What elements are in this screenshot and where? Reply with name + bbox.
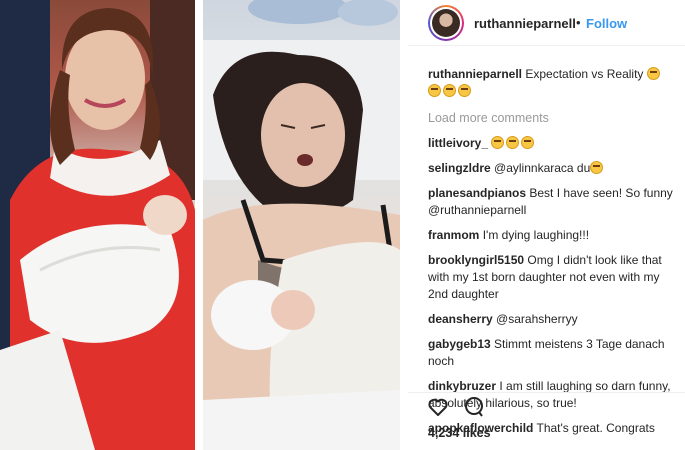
comments-list[interactable]: ruthannieparnell Expectation vs Reality …: [428, 66, 678, 445]
grimacing-emoji-icon: [443, 84, 456, 97]
likes-count[interactable]: 4,234 likes: [428, 426, 491, 440]
list-item: littleivory_: [428, 135, 678, 152]
caption: ruthannieparnell Expectation vs Reality: [428, 66, 678, 100]
comment-username[interactable]: planesandpianos: [428, 186, 526, 200]
list-item: selingzldre @aylinnkaraca du: [428, 160, 678, 177]
list-item: brooklyngirl5150 Omg I didn't look like …: [428, 252, 678, 303]
comment-username[interactable]: deansherry: [428, 312, 493, 326]
comment-text: @aylinnkaraca du: [494, 161, 591, 175]
expectation-photo: [0, 0, 195, 450]
separator-dot: •: [576, 15, 581, 30]
grimacing-emoji-icon: [590, 161, 604, 174]
grimacing-emoji-icon: [646, 67, 660, 80]
grimacing-emoji-icon: [458, 84, 471, 97]
comment-username[interactable]: littleivory_: [428, 136, 488, 150]
photo-divider: [195, 0, 203, 450]
grimacing-emoji-icon: [491, 136, 505, 149]
comment-text: @sarahsherryy: [496, 312, 578, 326]
grimacing-emoji-icon: [428, 84, 441, 97]
list-item: gabygeb13 Stimmt meistens 3 Tage danach …: [428, 336, 678, 370]
comment-bubble-icon[interactable]: [462, 395, 486, 424]
comment-username[interactable]: selingzldre: [428, 161, 491, 175]
comment-username[interactable]: brooklyngirl5150: [428, 253, 524, 267]
avatar[interactable]: [428, 5, 464, 41]
comment-username[interactable]: gabygeb13: [428, 337, 491, 351]
comment-username[interactable]: franmom: [428, 228, 479, 242]
list-item: deansherry @sarahsherryy: [428, 311, 678, 328]
post-image[interactable]: [0, 0, 400, 450]
grimacing-emoji-icon: [506, 136, 520, 149]
list-item: planesandpianos Best I have seen! So fun…: [428, 185, 678, 219]
header-username[interactable]: ruthannieparnell: [474, 16, 576, 31]
heart-icon[interactable]: [426, 395, 450, 424]
post-side-panel: ruthannieparnell • Follow ruthannieparne…: [408, 0, 685, 450]
comment-text: That's great. Congrats: [536, 421, 655, 435]
post-header: ruthannieparnell • Follow: [408, 0, 685, 46]
action-bar: [408, 392, 685, 422]
grimacing-emoji-icon: [521, 136, 535, 149]
comment-text: I'm dying laughing!!!: [482, 228, 590, 242]
caption-username[interactable]: ruthannieparnell: [428, 67, 522, 81]
caption-text: Expectation vs Reality: [525, 67, 644, 81]
comment-username[interactable]: dinkybruzer: [428, 379, 496, 393]
reality-photo: [203, 0, 400, 450]
follow-button[interactable]: Follow: [586, 16, 627, 31]
list-item: franmom I'm dying laughing!!!: [428, 227, 678, 244]
load-more-comments-link[interactable]: Load more comments: [428, 110, 678, 127]
